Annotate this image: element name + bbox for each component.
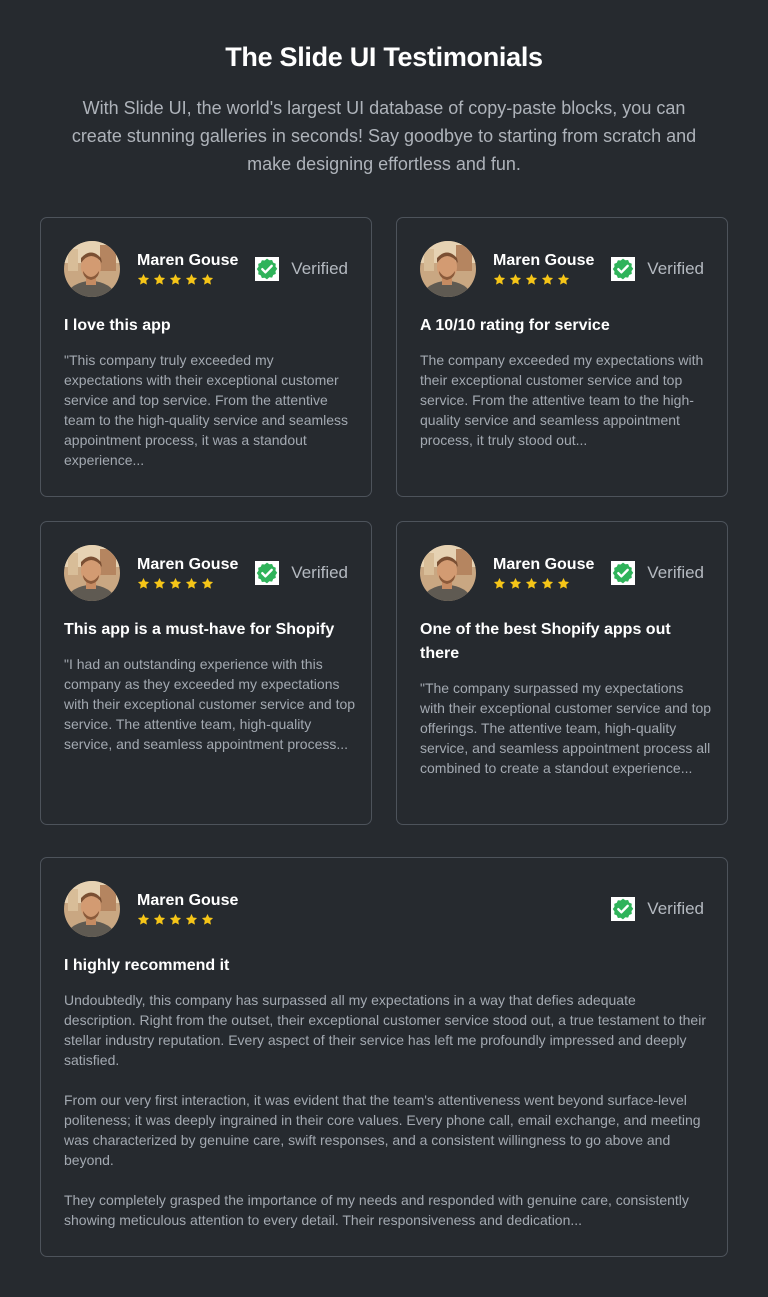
avatar	[420, 545, 476, 601]
star-icon	[201, 273, 214, 287]
star-icon	[137, 913, 150, 927]
review-headline: I highly recommend it	[64, 957, 230, 974]
review-headline: This app is a must-have for Shopify	[64, 621, 335, 638]
review-headline: I love this app	[64, 317, 171, 334]
testimonials-page: The Slide UI Testimonials With Slide UI,…	[0, 0, 768, 1297]
star-icon	[137, 577, 150, 591]
avatar	[64, 545, 120, 601]
verified-label: Verified	[647, 899, 704, 918]
review-body: "This company truly exceeded my expectat…	[64, 350, 356, 470]
review-body: "The company surpassed my expectations w…	[420, 678, 712, 778]
review-paragraph: "I had an outstanding experience with th…	[64, 656, 356, 752]
reviewer-name: Maren Gouse	[493, 252, 595, 269]
review-headline: One of the best Shopify apps out there	[420, 621, 671, 662]
reviewer-name: Maren Gouse	[137, 556, 239, 573]
page-subtitle: With Slide UI, the world's largest UI da…	[71, 98, 697, 174]
review-body: "I had an outstanding experience with th…	[64, 654, 356, 754]
star-icon	[493, 273, 506, 287]
star-icon	[493, 577, 506, 591]
reviewer-name: Maren Gouse	[137, 252, 239, 269]
review-body: The company exceeded my expectations wit…	[420, 350, 712, 450]
verified-badge: Verified	[611, 897, 704, 921]
review-headline: A 10/10 rating for service	[420, 317, 610, 334]
star-icon	[509, 577, 522, 591]
testimonial-card: Maren Gouse Verified I highly recommend it…	[40, 857, 728, 1257]
testimonial-card: Maren Gouse Verified I love this app "This …	[40, 217, 372, 497]
review-body: Undoubtedly, this company has surpassed …	[64, 990, 706, 1230]
star-icon	[153, 913, 166, 927]
review-paragraph: "This company truly exceeded my expectat…	[64, 352, 349, 468]
star-icon	[153, 273, 166, 287]
star-rating	[493, 273, 570, 287]
avatar	[64, 881, 120, 937]
verified-label: Verified	[291, 563, 348, 582]
star-rating	[137, 273, 214, 287]
verified-badge: Verified	[255, 257, 348, 281]
star-icon	[137, 273, 150, 287]
verified-badge-icon	[255, 257, 280, 281]
verified-badge-icon	[611, 897, 636, 921]
verified-badge-icon	[255, 561, 280, 585]
verified-badge: Verified	[611, 561, 704, 585]
star-icon	[201, 913, 214, 927]
star-icon	[557, 273, 570, 287]
testimonial-card: Maren Gouse Verified A 10/10 rating for se…	[396, 217, 728, 497]
avatar	[64, 241, 120, 297]
testimonial-card: Maren Gouse Verified One of the best Shopi…	[396, 521, 728, 825]
star-icon	[541, 273, 554, 287]
verified-badge-icon	[611, 561, 636, 585]
star-icon	[169, 913, 182, 927]
verified-label: Verified	[647, 259, 704, 278]
star-icon	[541, 577, 554, 591]
star-icon	[153, 577, 166, 591]
star-icon	[509, 273, 522, 287]
review-paragraph: The company exceeded my expectations wit…	[420, 352, 704, 448]
star-icon	[185, 577, 198, 591]
page-title: The Slide UI Testimonials	[225, 42, 543, 72]
star-icon	[169, 577, 182, 591]
star-rating	[137, 577, 214, 591]
star-rating	[137, 913, 214, 927]
star-icon	[201, 577, 214, 591]
star-rating	[493, 577, 570, 591]
star-icon	[185, 273, 198, 287]
testimonial-card: Maren Gouse Verified This app is a must-ha…	[40, 521, 372, 825]
verified-label: Verified	[291, 259, 348, 278]
star-icon	[557, 577, 570, 591]
verified-badge: Verified	[255, 561, 348, 585]
avatar	[420, 241, 476, 297]
star-icon	[525, 577, 538, 591]
review-paragraph: Undoubtedly, this company has surpassed …	[64, 992, 706, 1068]
star-icon	[525, 273, 538, 287]
verified-label: Verified	[647, 563, 704, 582]
review-paragraph: "The company surpassed my expectations w…	[420, 680, 712, 776]
reviewer-name: Maren Gouse	[137, 892, 239, 909]
star-icon	[169, 273, 182, 287]
reviewer-name: Maren Gouse	[493, 556, 595, 573]
star-icon	[185, 913, 198, 927]
verified-badge: Verified	[611, 257, 704, 281]
review-paragraph: They completely grasped the importance o…	[64, 1192, 689, 1228]
verified-badge-icon	[611, 257, 636, 281]
review-paragraph: From our very first interaction, it was …	[64, 1092, 701, 1168]
